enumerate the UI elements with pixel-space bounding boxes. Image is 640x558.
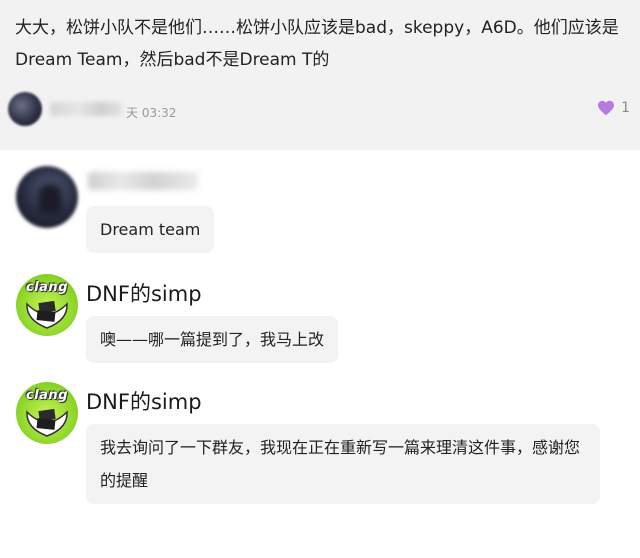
reply-text: Dream team bbox=[100, 220, 201, 239]
reply-text: 噢——哪一篇提到了，我马上改 bbox=[100, 330, 325, 349]
reply-bubble: Dream team bbox=[86, 206, 215, 253]
like-button[interactable]: 1 bbox=[597, 100, 630, 116]
like-count: 1 bbox=[621, 100, 630, 116]
blurred-username bbox=[50, 102, 122, 116]
reply-username[interactable]: DNF的simp bbox=[86, 278, 202, 308]
comment-time: 天 03:32 bbox=[126, 106, 177, 120]
avatar[interactable]: clang bbox=[16, 274, 78, 336]
reply-username[interactable]: DNF的simp bbox=[86, 386, 202, 416]
blurred-username bbox=[88, 172, 198, 190]
avatar-logo-icon bbox=[26, 408, 68, 437]
avatar-logo-text: clang bbox=[26, 388, 68, 403]
avatar[interactable] bbox=[16, 166, 78, 228]
comment-meta: 天 03:32 1 bbox=[8, 92, 632, 128]
reply-item: clang DNF的simp 我去询问了一下群友，我现在正在重新写一篇来理清这件… bbox=[0, 382, 640, 512]
avatar[interactable] bbox=[8, 92, 42, 126]
reply-item: clang DNF的simp 噢——哪一篇提到了，我马上改 bbox=[0, 274, 640, 364]
reply-item: Dream team bbox=[0, 166, 640, 256]
top-comment-text: 大大，松饼小队不是他们……松饼小队应该是bad，skeppy，A6D。他们应该是… bbox=[15, 18, 619, 70]
reply-text: 我去询问了一下群友，我现在正在重新写一篇来理清这件事，感谢您的提醒 bbox=[100, 438, 581, 490]
avatar-logo-text: clang bbox=[26, 280, 68, 295]
reply-bubble: 我去询问了一下群友，我现在正在重新写一篇来理清这件事，感谢您的提醒 bbox=[86, 424, 600, 504]
avatar-logo-icon bbox=[26, 300, 68, 329]
top-comment: 大大，松饼小队不是他们……松饼小队应该是bad，skeppy，A6D。他们应该是… bbox=[0, 0, 640, 150]
avatar[interactable]: clang bbox=[16, 382, 78, 444]
heart-icon bbox=[598, 100, 615, 116]
reply-bubble: 噢——哪一篇提到了，我马上改 bbox=[86, 316, 339, 363]
